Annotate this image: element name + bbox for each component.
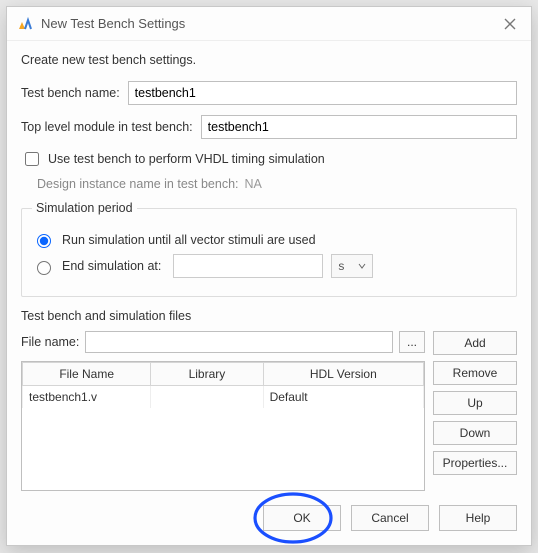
table-row[interactable]: testbench1.v Default	[23, 386, 424, 409]
filename-input[interactable]	[85, 331, 393, 353]
window-title: New Test Bench Settings	[41, 16, 499, 31]
cell-file-name: testbench1.v	[23, 386, 151, 409]
files-section-label: Test bench and simulation files	[21, 309, 517, 323]
col-hdl-version[interactable]: HDL Version	[263, 363, 423, 386]
help-button[interactable]: Help	[439, 505, 517, 531]
browse-button[interactable]: ...	[399, 331, 425, 353]
app-icon	[17, 16, 33, 32]
col-library[interactable]: Library	[151, 363, 263, 386]
time-unit-select[interactable]: s	[331, 254, 373, 278]
simulation-period-legend: Simulation period	[32, 201, 137, 215]
down-button[interactable]: Down	[433, 421, 517, 445]
titlebar: New Test Bench Settings	[7, 7, 531, 41]
dialog-footer: OK Cancel Help	[7, 495, 531, 545]
end-at-radio[interactable]	[37, 261, 51, 275]
top-module-label: Top level module in test bench:	[21, 120, 193, 134]
test-bench-name-input[interactable]	[128, 81, 517, 105]
design-instance-value: NA	[245, 177, 262, 191]
time-unit-value: s	[338, 259, 344, 273]
properties-button[interactable]: Properties...	[433, 451, 517, 475]
cancel-button[interactable]: Cancel	[351, 505, 429, 531]
run-until-radio[interactable]	[37, 234, 51, 248]
up-button[interactable]: Up	[433, 391, 517, 415]
vhdl-timing-checkbox[interactable]	[25, 152, 39, 166]
vhdl-timing-label: Use test bench to perform VHDL timing si…	[48, 152, 325, 166]
cell-hdl-version: Default	[263, 386, 423, 409]
remove-button[interactable]: Remove	[433, 361, 517, 385]
cell-library	[151, 386, 263, 409]
close-button[interactable]	[499, 13, 521, 35]
top-module-input[interactable]	[201, 115, 517, 139]
end-at-label: End simulation at:	[62, 259, 161, 273]
dialog-new-test-bench-settings: New Test Bench Settings Create new test …	[6, 6, 532, 546]
chevron-down-icon	[358, 262, 366, 270]
add-button[interactable]: Add	[433, 331, 517, 355]
run-until-label: Run simulation until all vector stimuli …	[62, 233, 316, 247]
ok-button[interactable]: OK	[263, 505, 341, 531]
test-bench-name-label: Test bench name:	[21, 86, 120, 100]
simulation-period-group: Simulation period Run simulation until a…	[21, 201, 517, 297]
content-area: Create new test bench settings. Test ben…	[7, 41, 531, 495]
dialog-description: Create new test bench settings.	[21, 53, 517, 67]
end-at-input[interactable]	[173, 254, 323, 278]
filename-label: File name:	[21, 335, 79, 349]
files-table[interactable]: File Name Library HDL Version testbench1…	[21, 361, 425, 491]
col-file-name[interactable]: File Name	[23, 363, 151, 386]
design-instance-label: Design instance name in test bench:	[37, 177, 239, 191]
